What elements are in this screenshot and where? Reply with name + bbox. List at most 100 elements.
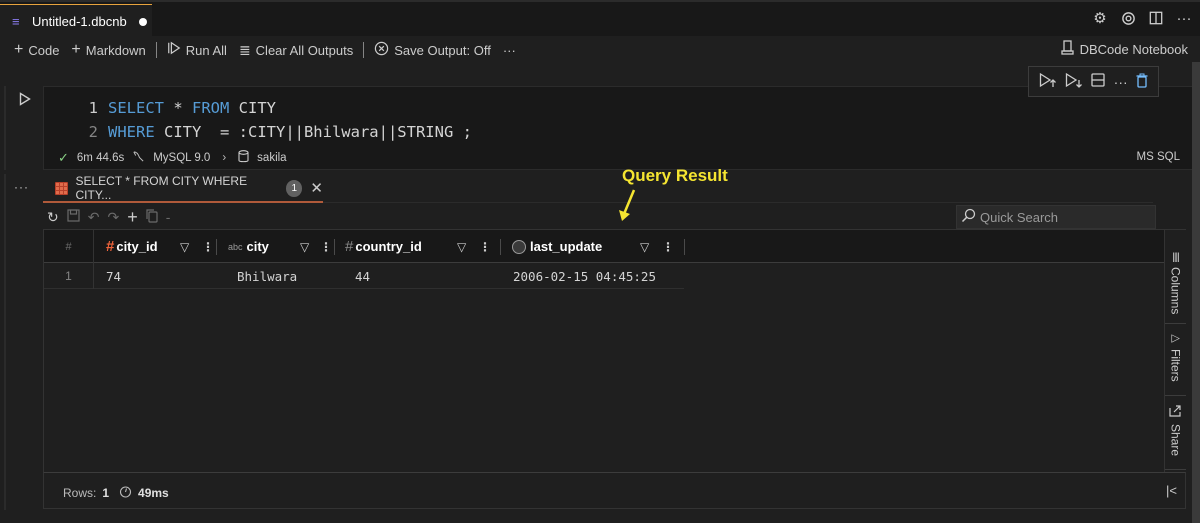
column-menu-icon[interactable]: ⋮ [202, 240, 214, 254]
cell-city[interactable]: Bhilwara [237, 263, 297, 289]
notebook-toolbar: + Code + Markdown Run All ≣ Clear All Ou… [0, 36, 1200, 64]
kernel-label: DBCode Notebook [1079, 41, 1188, 57]
clear-all-outputs-button[interactable]: ≣ Clear All Outputs [233, 39, 359, 61]
stopwatch-icon [119, 485, 132, 501]
filter-icon[interactable]: ▽ [180, 240, 189, 254]
column-menu-icon[interactable]: ⋮ [662, 240, 674, 254]
more-icon[interactable]: ··· [1114, 74, 1128, 90]
tab-divider [323, 202, 1153, 203]
copy-icon[interactable] [146, 208, 158, 226]
grid-footer: Rows: 1 49ms |< [43, 472, 1186, 509]
result-count-badge: 1 [286, 179, 303, 197]
toolbar-separator [155, 42, 157, 58]
editor-tab-bar: ≡ Untitled-1.dbcnb ⚙ ··· [0, 0, 1200, 38]
column-header-country-id[interactable]: # country_id ▽ ⋮ [345, 230, 495, 263]
toolbar-separator [363, 42, 365, 58]
result-tab-label: SELECT * FROM CITY WHERE CITY... [75, 174, 248, 202]
sql-keyword: FROM [192, 99, 230, 117]
clear-outputs-label: Clear All Outputs [255, 42, 354, 58]
row-number-header: # [44, 230, 94, 263]
redo-icon[interactable]: ↷ [107, 209, 119, 226]
filter-icon[interactable]: ▽ [300, 240, 309, 254]
column-resize-handle[interactable] [500, 239, 501, 255]
toolbar-more-button[interactable]: ··· [497, 39, 522, 61]
plus-icon: + [71, 41, 81, 58]
cell-city-id[interactable]: 74 [106, 263, 121, 289]
settings-gear-icon[interactable]: ⚙ [1092, 10, 1108, 27]
code-cell-editor[interactable]: 1 SELECT * FROM CITY 2 WHERE CITY = :CITY|… [43, 86, 1193, 170]
column-menu-icon[interactable]: ⋮ [320, 240, 332, 254]
vertical-scrollbar[interactable] [1192, 62, 1200, 523]
clear-all-icon: ≣ [238, 42, 251, 58]
row-count-status: Rows: 1 49ms [63, 485, 169, 501]
column-name: last_update [530, 239, 603, 254]
column-header-city[interactable]: abc city ▽ ⋮ [228, 230, 338, 263]
circle-x-icon [374, 41, 389, 60]
run-all-button[interactable]: Run All [161, 39, 233, 61]
refresh-icon[interactable]: ↻ [47, 209, 59, 226]
query-result-annotation: Query Result [622, 166, 728, 185]
database-name[interactable]: sakila [257, 152, 286, 164]
share-panel-tab[interactable]: Share [1165, 398, 1186, 470]
sql-keyword: SELECT [108, 99, 164, 117]
collapse-panel-icon[interactable]: |< [1166, 483, 1177, 498]
column-header-last-update[interactable]: last_update ▽ ⋮ [512, 230, 682, 263]
save-output-toggle[interactable]: Save Output: Off [368, 39, 497, 61]
save-output-label: Save Output: Off [394, 42, 491, 58]
quick-search-input[interactable] [980, 209, 1150, 225]
save-icon[interactable] [67, 209, 80, 225]
split-editor-icon[interactable] [1148, 10, 1164, 26]
cell-focus-indicator [4, 86, 6, 170]
more-icon[interactable]: ··· [1176, 10, 1192, 27]
cell-last-update[interactable]: 2006-02-15 04:45:25 [513, 263, 656, 289]
filter-icon[interactable]: ▽ [640, 240, 649, 254]
split-cell-icon[interactable] [1091, 73, 1106, 90]
query-time: 49ms [138, 486, 169, 500]
column-menu-icon[interactable]: ⋮ [479, 240, 491, 254]
column-resize-handle[interactable] [334, 239, 335, 255]
add-row-icon[interactable]: + [127, 207, 138, 228]
settings-outline-icon[interactable] [1120, 10, 1136, 26]
quick-search[interactable] [956, 205, 1156, 229]
columns-icon: |||| [1172, 252, 1179, 263]
cell-language-picker[interactable]: MS SQL [1137, 151, 1180, 163]
column-resize-handle[interactable] [216, 239, 217, 255]
code-line: 1 SELECT * FROM CITY [84, 99, 276, 117]
close-icon[interactable]: ✕ [310, 179, 323, 197]
title-actions: ⚙ ··· [1092, 10, 1192, 28]
connection-engine[interactable]: MySQL 9.0 [153, 152, 210, 164]
column-resize-handle[interactable] [684, 239, 685, 255]
result-tab[interactable]: SELECT * FROM CITY WHERE CITY... 1 ✕ [43, 174, 323, 203]
filters-tab-label: Filters [1168, 349, 1183, 382]
column-header-city-id[interactable]: # city_id ▽ ⋮ [106, 230, 226, 263]
cell-toolbar: ··· [1028, 66, 1159, 97]
rows-label: Rows: [63, 486, 97, 500]
filters-panel-tab[interactable]: ▽ Filters [1165, 326, 1186, 396]
run-cell-button[interactable] [19, 92, 31, 109]
add-markdown-label: Markdown [85, 42, 146, 58]
cell-status-bar: ✓ 6m 44.6s MySQL 9.0 › sakila [58, 150, 287, 166]
delete-icon[interactable] [1136, 73, 1148, 91]
filter-icon[interactable]: ▽ [457, 240, 466, 254]
more-icon: ··· [502, 42, 516, 58]
undo-icon[interactable]: ↶ [88, 209, 100, 226]
delete-row-icon[interactable]: - [166, 209, 171, 225]
execute-above-icon[interactable] [1039, 72, 1057, 91]
add-markdown-cell-button[interactable]: + Markdown [65, 39, 151, 61]
notebook-tab[interactable]: ≡ Untitled-1.dbcnb [0, 4, 152, 38]
execute-below-icon[interactable] [1065, 72, 1083, 91]
kernel-icon [1060, 40, 1074, 58]
sql-token: CITY [229, 99, 276, 117]
add-code-cell-button[interactable]: + Code [8, 39, 65, 61]
kernel-picker[interactable]: DBCode Notebook [1060, 40, 1188, 58]
table-row[interactable]: 1 74 Bhilwara 44 2006-02-15 04:45:25 [44, 263, 684, 289]
cell-country-id[interactable]: 44 [355, 263, 370, 289]
output-more-icon[interactable]: ··· [14, 180, 29, 194]
database-icon: ≡ [12, 14, 20, 29]
unsaved-indicator-icon[interactable] [138, 17, 147, 26]
columns-panel-tab[interactable]: |||| Columns [1165, 246, 1186, 324]
table-grid-icon [55, 181, 68, 195]
row-number: 1 [44, 263, 94, 289]
column-name: city_id [116, 239, 158, 254]
database-icon [238, 150, 249, 166]
